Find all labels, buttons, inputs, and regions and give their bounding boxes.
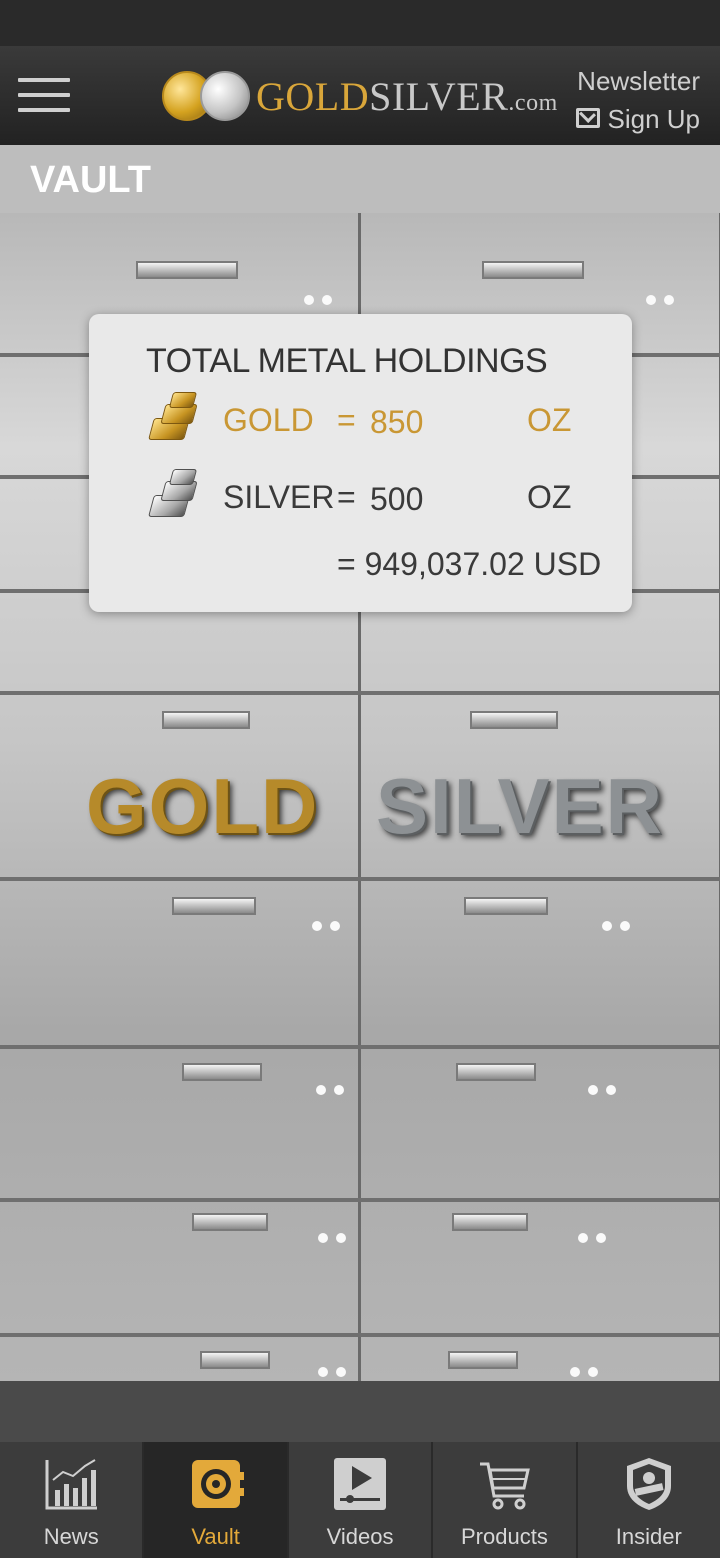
tab-vault-label: Vault: [191, 1524, 240, 1549]
tab-insider[interactable]: Insider: [578, 1442, 720, 1558]
tab-videos[interactable]: Videos: [289, 1442, 434, 1558]
vault-icon: [191, 1460, 244, 1508]
tab-insider-label: Insider: [615, 1524, 682, 1549]
gold-bar-icon: [147, 390, 199, 448]
gold-equals: =: [337, 402, 356, 438]
silver-holding-row: SILVER = 500 OZ: [147, 467, 617, 527]
holdings-card: TOTAL METAL HOLDINGS GOLD = 850 OZ SILVE…: [89, 314, 632, 612]
gold-holding-row: GOLD = 850 OZ: [147, 390, 617, 450]
content-footer-gap: [0, 1381, 720, 1442]
tab-news-label: News: [43, 1524, 99, 1549]
page-title: VAULT: [30, 159, 152, 201]
vault-gold-word: GOLD: [86, 762, 320, 850]
tab-news[interactable]: News: [0, 1442, 145, 1558]
logo-suffix: .com: [508, 89, 558, 116]
tab-videos-label: Videos: [326, 1524, 394, 1549]
mail-icon: [575, 108, 600, 129]
bottom-tab-bar: News Vault Videos Products Insider: [0, 1442, 720, 1558]
logo-gold-word: GOLD: [256, 73, 370, 119]
logo-text: GOLDSILVER.com: [256, 73, 558, 120]
sign-up-label: Sign Up: [607, 104, 701, 134]
gold-amount: 850: [370, 404, 424, 440]
tab-products-label: Products: [461, 1524, 548, 1549]
app-header: GOLDSILVER.com Newsletter Sign Up: [0, 46, 720, 145]
status-bar: [0, 0, 720, 46]
silver-label: SILVER: [223, 479, 335, 515]
cart-icon: [480, 1462, 531, 1510]
logo-silver-word: SILVER: [369, 73, 509, 119]
tab-vault[interactable]: Vault: [144, 1442, 289, 1558]
silver-unit: OZ: [527, 479, 572, 515]
shield-badge-icon: [626, 1458, 671, 1510]
newsletter-label: Newsletter: [577, 66, 700, 96]
total-value-usd: = 949,037.02 USD: [337, 546, 602, 582]
silver-equals: =: [337, 479, 356, 515]
chart-icon: [45, 1459, 98, 1510]
play-icon: [334, 1458, 387, 1510]
silver-amount: 500: [370, 481, 424, 517]
gold-label: GOLD: [223, 402, 314, 438]
vault-silver-word: SILVER: [376, 762, 664, 850]
goldsilver-logo[interactable]: GOLDSILVER.com: [162, 66, 558, 126]
tab-products[interactable]: Products: [433, 1442, 578, 1558]
newsletter-signup-link[interactable]: Newsletter Sign Up: [575, 62, 701, 138]
silver-bar-icon: [147, 467, 199, 525]
holdings-title: TOTAL METAL HOLDINGS: [146, 342, 548, 380]
silver-coin-icon: [200, 71, 250, 121]
hamburger-menu-icon[interactable]: [18, 78, 70, 114]
gold-unit: OZ: [527, 402, 572, 438]
page-title-bar: VAULT: [0, 145, 720, 213]
